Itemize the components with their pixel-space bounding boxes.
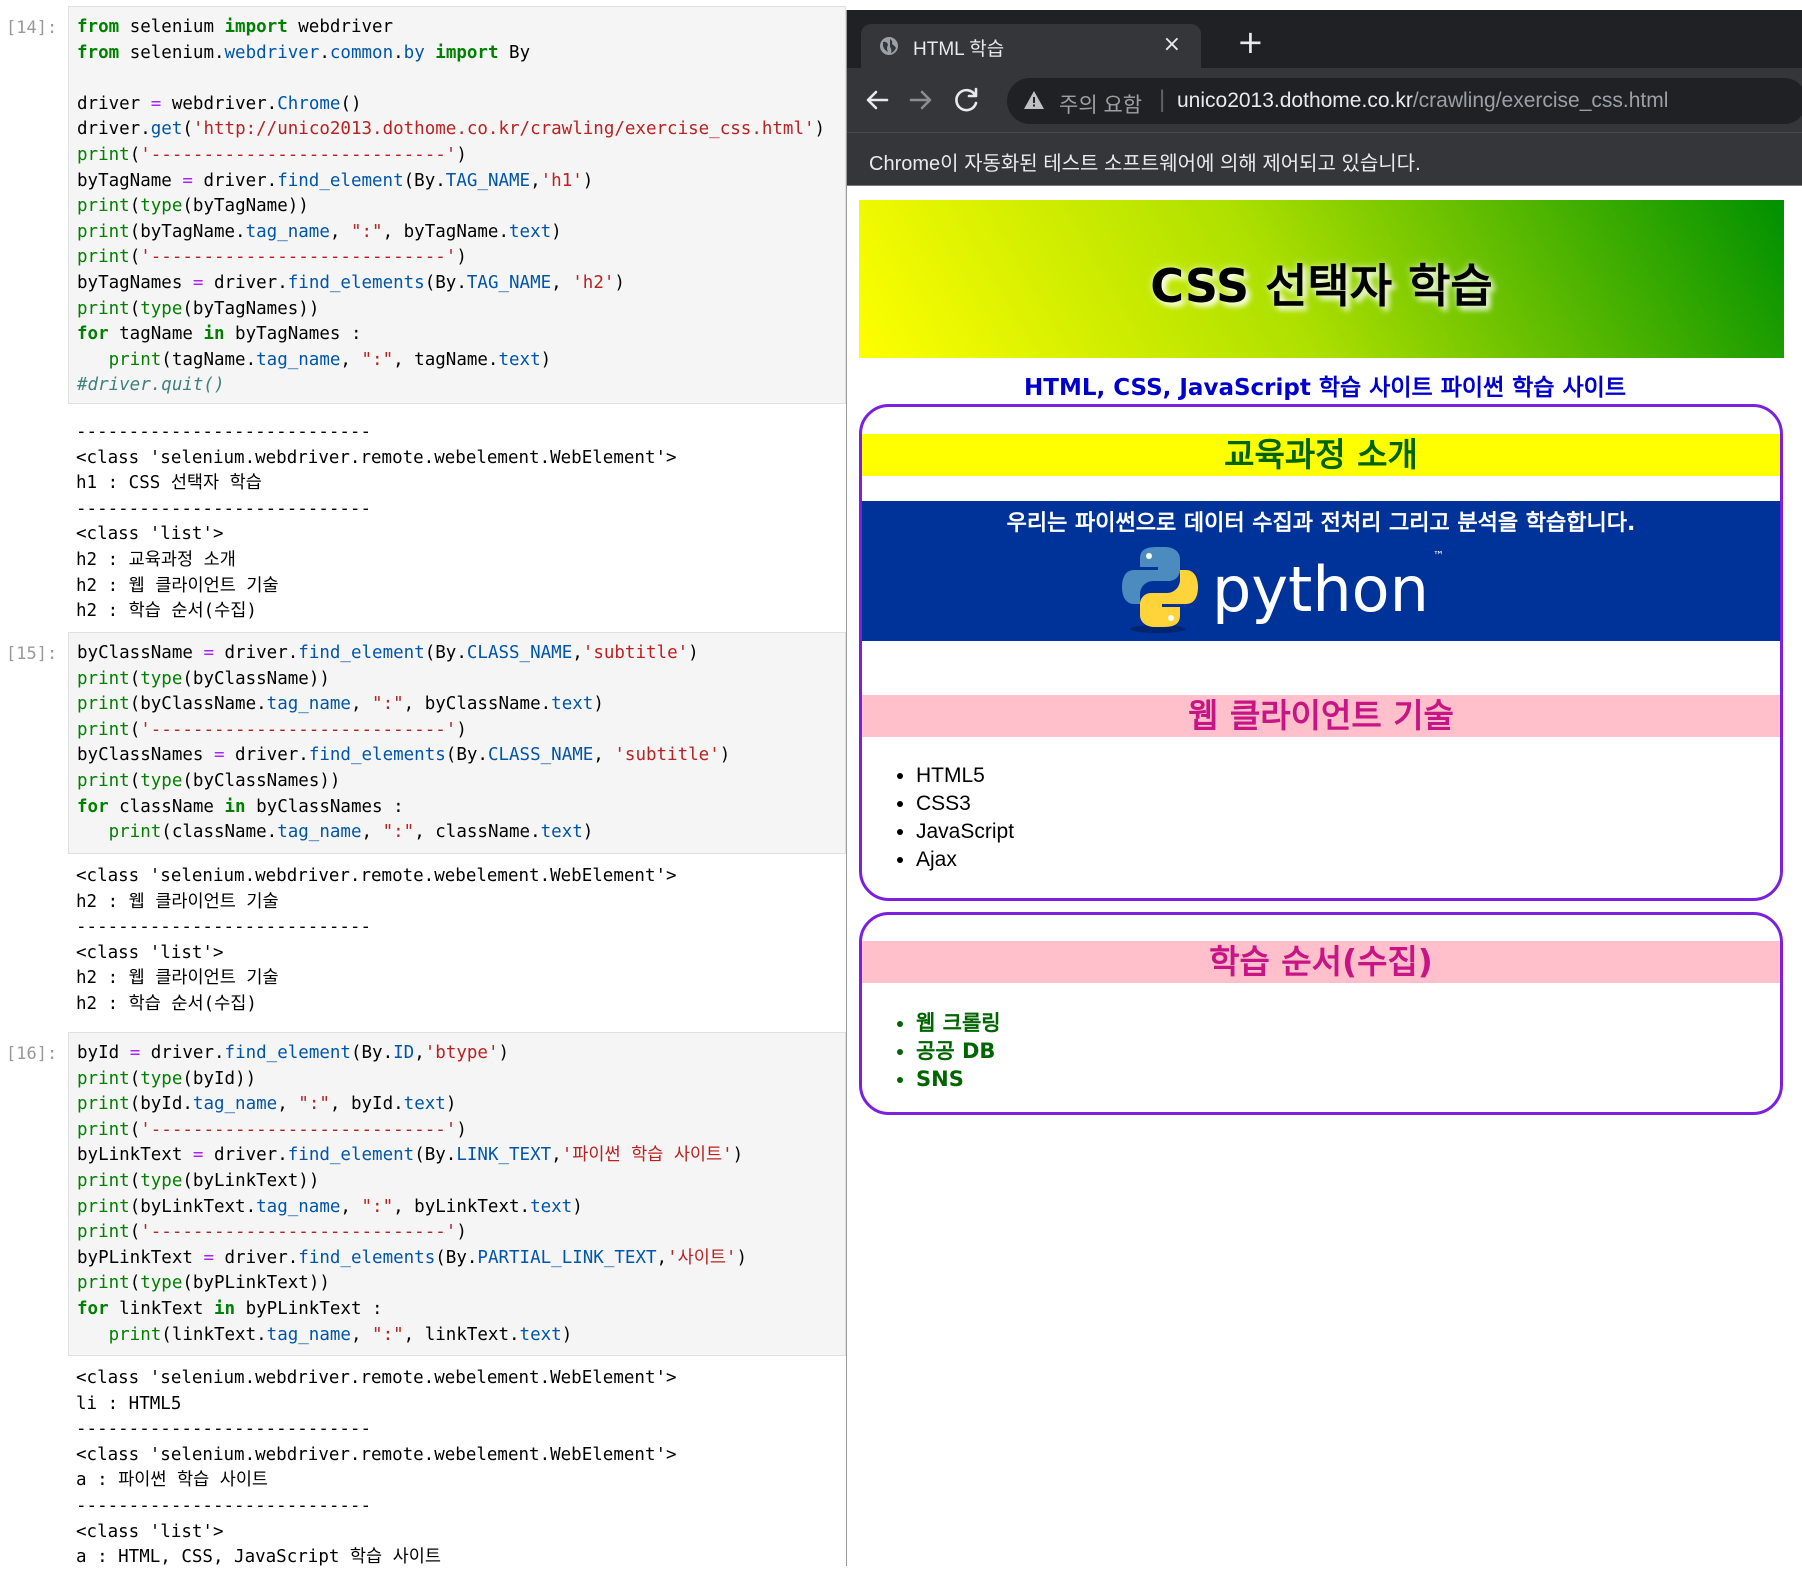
url-text[interactable]: unico2013.dothome.co.kr/crawling/exercis…: [1177, 89, 1668, 113]
site-links: HTML, CSS, JavaScript 학습 사이트 파이썬 학습 사이트: [847, 368, 1802, 402]
tab-strip: HTML 학습 × +: [847, 10, 1802, 68]
section-box-curriculum: 교육과정 소개 우리는 파이썬으로 데이터 수집과 전처리 그리고 분석을 학습…: [859, 404, 1783, 901]
tab-html-study[interactable]: HTML 학습 ×: [861, 24, 1201, 68]
python-logo-icon: python ™: [1122, 547, 1444, 633]
list-item: 웹 크롤링: [916, 1009, 1001, 1037]
close-icon[interactable]: ×: [1163, 32, 1181, 57]
code-block[interactable]: byClassName = driver.find_element(By.CLA…: [69, 633, 845, 854]
address-bar[interactable]: 주의 요함 | unico2013.dothome.co.kr/crawling…: [1007, 78, 1802, 124]
back-icon[interactable]: [861, 84, 893, 116]
navigation-bar: 주의 요함 | unico2013.dothome.co.kr/crawling…: [847, 68, 1802, 132]
url-separator: |: [1159, 86, 1166, 113]
section-box-order: 학습 순서(수집) 웹 크롤링 공공 DB SNS: [859, 912, 1783, 1115]
code-block[interactable]: from selenium import webdriver from sele…: [69, 7, 845, 407]
heading-curriculum: 교육과정 소개: [862, 434, 1780, 476]
page-title: CSS 선택자 학습: [1150, 259, 1493, 313]
code-input[interactable]: byClassName = driver.find_element(By.CLA…: [68, 632, 846, 854]
output-text: <class 'selenium.webdriver.remote.webele…: [76, 866, 677, 1014]
heading-learning-order: 학습 순서(수집): [862, 941, 1780, 983]
url-path: /crawling/exercise_css.html: [1412, 89, 1669, 112]
reload-icon[interactable]: [951, 84, 983, 116]
page-banner: CSS 선택자 학습: [859, 200, 1784, 358]
svg-text:python: python: [1212, 553, 1429, 626]
web-page: CSS 선택자 학습 HTML, CSS, JavaScript 학습 사이트 …: [847, 186, 1802, 1566]
cell-output: <class 'selenium.webdriver.remote.webele…: [68, 858, 846, 1024]
list-item: 공공 DB: [916, 1037, 1001, 1065]
tab-title: HTML 학습: [913, 39, 1005, 60]
output-text: ---------------------------- <class 'sel…: [76, 422, 677, 622]
web-tech-list: HTML5 CSS3 JavaScript Ajax: [892, 762, 1014, 874]
output-text: <class 'selenium.webdriver.remote.webele…: [76, 1368, 677, 1568]
list-item: HTML5: [916, 762, 1014, 790]
cell-output: <class 'selenium.webdriver.remote.webele…: [68, 1360, 846, 1577]
list-item: Ajax: [916, 846, 1014, 874]
code-block[interactable]: byId = driver.find_element(By.ID,'btype'…: [69, 1033, 845, 1356]
list-item: JavaScript: [916, 818, 1014, 846]
warning-icon[interactable]: [1023, 89, 1045, 111]
globe-icon: [880, 37, 898, 55]
cell-output: ---------------------------- <class 'sel…: [68, 414, 846, 631]
cell-prompt: [14]:: [6, 18, 58, 38]
infobar-text: Chrome이 자동화된 테스트 소프트웨어에 의해 제어되고 있습니다.: [869, 153, 1421, 175]
learning-order-list: 웹 크롤링 공공 DB SNS: [892, 1009, 1001, 1093]
list-item: SNS: [916, 1065, 1001, 1093]
cell-prompt: [16]:: [6, 1044, 58, 1064]
jupyter-notebook: [14]: from selenium import webdriver fro…: [0, 0, 846, 1567]
security-label[interactable]: 주의 요함: [1059, 89, 1142, 119]
chrome-window: HTML 학습 × + 주의 요함 | unico2013.dothome.co…: [846, 10, 1802, 1566]
python-tagline: 우리는 파이썬으로 데이터 수집과 전처리 그리고 분석을 학습합니다.: [1006, 511, 1636, 536]
link-html-css-js[interactable]: HTML, CSS, JavaScript 학습 사이트: [1024, 375, 1433, 401]
heading-web-client: 웹 클라이언트 기술: [862, 695, 1780, 737]
automation-infobar: Chrome이 자동화된 테스트 소프트웨어에 의해 제어되고 있습니다.: [847, 132, 1802, 186]
code-input[interactable]: byId = driver.find_element(By.ID,'btype'…: [68, 1032, 846, 1356]
code-input[interactable]: from selenium import webdriver from sele…: [68, 6, 846, 404]
svg-text:™: ™: [1433, 549, 1444, 562]
url-host: unico2013.dothome.co.kr: [1177, 89, 1413, 112]
list-item: CSS3: [916, 790, 1014, 818]
python-banner: 우리는 파이썬으로 데이터 수집과 전처리 그리고 분석을 학습합니다. pyt…: [862, 501, 1780, 641]
plus-icon[interactable]: +: [1237, 22, 1264, 62]
link-python[interactable]: 파이썬 학습 사이트: [1441, 375, 1626, 401]
forward-icon[interactable]: [905, 84, 937, 116]
cell-prompt: [15]:: [6, 644, 58, 664]
